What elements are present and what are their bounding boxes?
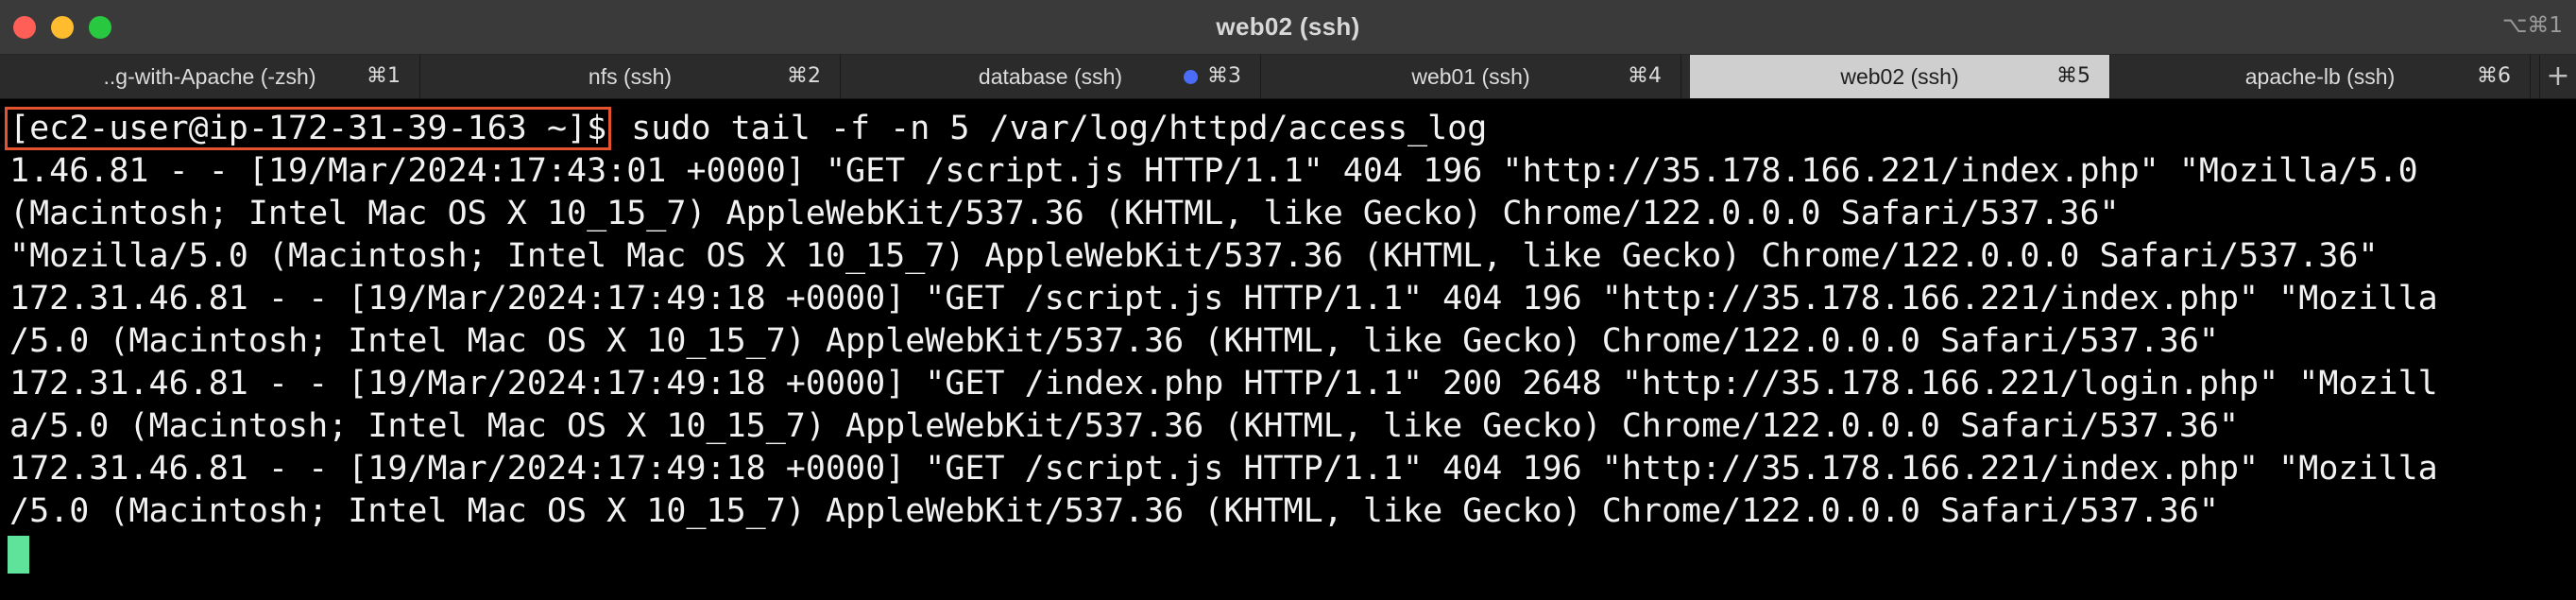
terminal-window: web02 (ssh) ⌥⌘1 ..g-with-Apache (-zsh) ⌘… (0, 0, 2576, 600)
command-line: [ec2-user@ip-172-31-39-163 ~]$ sudo tail… (5, 107, 1488, 150)
terminal-output[interactable]: [ec2-user@ip-172-31-39-163 ~]$ sudo tail… (0, 99, 2576, 600)
tab-shortcut: ⌘5 (2056, 64, 2090, 88)
tab-web02[interactable]: web02 (ssh) ⌘5 (1690, 55, 2110, 98)
tab-apache-lb[interactable]: apache-lb (ssh) ⌘6 (2110, 55, 2531, 98)
tab-web01[interactable]: web01 (ssh) ⌘4 (1261, 55, 1681, 98)
tab-shortcut: ⌘1 (367, 64, 401, 88)
title-bar[interactable]: web02 (ssh) ⌥⌘1 (0, 0, 2576, 55)
tab-shortcut: ⌘2 (787, 64, 821, 88)
log-line: 172.31.46.81 - - [19/Mar/2024:17:49:18 +… (9, 280, 2438, 317)
terminal-cursor (8, 536, 29, 574)
tab-apache-zsh[interactable]: ..g-with-Apache (-zsh) ⌘1 (0, 55, 420, 98)
log-line: "Mozilla/5.0 (Macintosh; Intel Mac OS X … (9, 237, 2379, 275)
tab-shortcut: ⌘6 (2477, 64, 2511, 88)
log-line: /5.0 (Macintosh; Intel Mac OS X 10_15_7)… (9, 492, 2219, 530)
log-line: /5.0 (Macintosh; Intel Mac OS X 10_15_7)… (9, 322, 2219, 360)
tab-bar: ..g-with-Apache (-zsh) ⌘1 nfs (ssh) ⌘2 d… (0, 55, 2576, 99)
tab-database[interactable]: database (ssh) ⌘3 (841, 55, 1261, 98)
tab-activity-dot (1184, 70, 1198, 84)
tab-label: nfs (ssh) (588, 64, 673, 89)
tab-label: web02 (ssh) (1840, 64, 1959, 89)
log-line: a/5.0 (Macintosh; Intel Mac OS X 10_15_7… (9, 407, 2240, 445)
tab-shortcut: ⌘4 (1628, 64, 1662, 88)
window-title: web02 (ssh) (1216, 12, 1360, 41)
tab-label: ..g-with-Apache (-zsh) (103, 64, 316, 89)
tab-label: web01 (ssh) (1411, 64, 1530, 89)
log-line: (Macintosh; Intel Mac OS X 10_15_7) Appl… (9, 195, 2120, 232)
window-shortcut-label: ⌥⌘1 (2501, 13, 2563, 38)
tab-nfs[interactable]: nfs (ssh) ⌘2 (420, 55, 841, 98)
log-line: 172.31.46.81 - - [19/Mar/2024:17:49:18 +… (9, 450, 2438, 488)
tab-shortcut: ⌘3 (1207, 64, 1241, 88)
command-text: sudo tail -f -n 5 /var/log/httpd/access_… (611, 110, 1488, 147)
log-line: 172.31.46.81 - - [19/Mar/2024:17:49:18 +… (9, 365, 2438, 403)
shell-prompt: [ec2-user@ip-172-31-39-163 ~]$ (5, 107, 612, 150)
new-tab-button[interactable]: + (2539, 55, 2576, 98)
log-line: 1.46.81 - - [19/Mar/2024:17:43:01 +0000]… (9, 152, 2418, 190)
tab-label: apache-lb (ssh) (2244, 64, 2396, 89)
